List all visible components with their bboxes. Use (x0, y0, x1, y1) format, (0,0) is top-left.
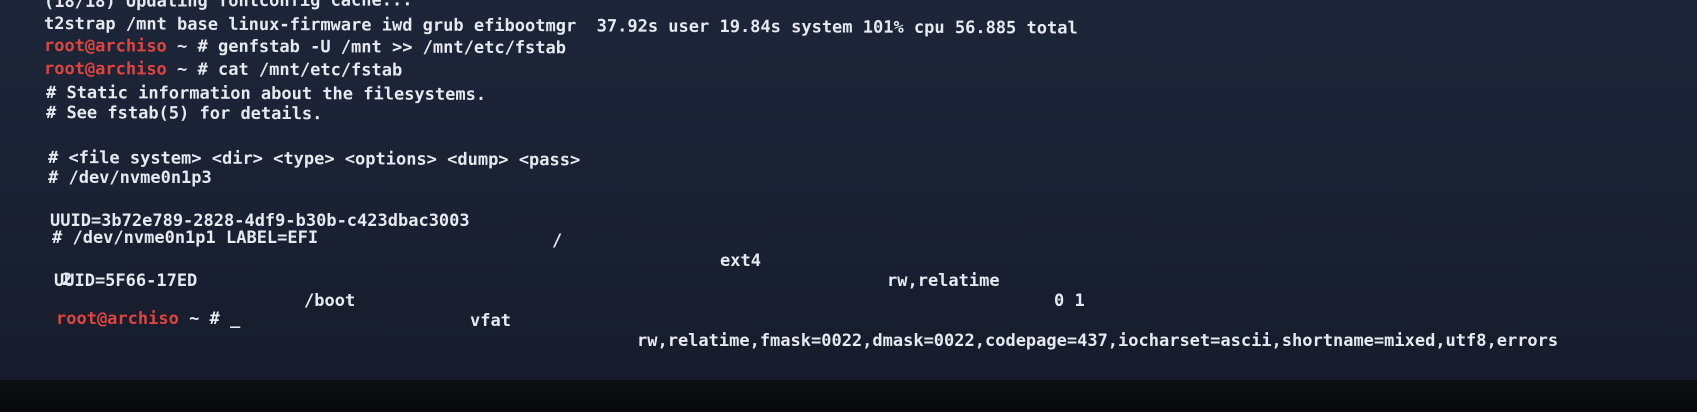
entry-dir: / (552, 231, 563, 251)
prompt-suffix: ~ # (166, 36, 219, 57)
prompt-user-host: root@archiso (43, 36, 167, 57)
fstab-entry-comment: # /dev/nvme0n1p3 (48, 168, 212, 188)
fstab-entry-boot: UUID=5F66-17ED /boot vfat rw,relatime,fm… (0, 251, 1697, 351)
entry-dir: /boot (304, 291, 356, 311)
entry-uuid: UUID=5F66-17ED (54, 271, 198, 291)
output-line-time-summary: t2strap /mnt base linux-firmware iwd gru… (43, 14, 1078, 39)
prompt-suffix: ~ # (166, 59, 219, 80)
command-line-current[interactable]: root@archiso ~ # _ (56, 309, 240, 329)
prompt-suffix: ~ # (178, 309, 231, 329)
entry-type: vfat (470, 311, 511, 331)
cursor[interactable]: _ (230, 309, 240, 329)
fstab-comment-line: # See fstab(5) for details. (45, 103, 323, 125)
prompt-user-host: root@archiso (56, 309, 179, 329)
fstab-comment-line: # Static information about the filesyste… (45, 83, 487, 105)
terminal-screen[interactable]: (18/18) Updating fontconfig cache... t2s… (0, 0, 1697, 380)
laptop-bezel (0, 380, 1697, 412)
command-line-genfstab: root@archiso ~ # genfstab -U /mnt >> /mn… (44, 36, 566, 58)
fstab-entry-root: UUID=3b72e789-2828-4df9-b30b-c423dbac300… (0, 191, 1697, 311)
prompt-user-host: root@archiso (43, 59, 167, 80)
output-line-fontconfig: (18/18) Updating fontconfig cache... (44, 0, 413, 12)
fstab-header-line: # <file system> <dir> <type> <options> <… (47, 148, 581, 171)
command-text: cat /mnt/etc/fstab (217, 59, 403, 81)
entry-options: rw,relatime (887, 271, 1000, 291)
command-text: genfstab -U /mnt >> /mnt/etc/fstab (217, 36, 567, 59)
entry-pass: 2 (62, 270, 73, 290)
fstab-entry-wrap: 2 (62, 270, 72, 290)
entry-options: rw,relatime,fmask=0022,dmask=0022,codepa… (637, 331, 1559, 351)
command-line-cat: root@archiso ~ # cat /mnt/etc/fstab (44, 59, 402, 81)
entry-dump-pass: 0 1 (1054, 291, 1085, 311)
fstab-entry-comment: # /dev/nvme0n1p1 LABEL=EFI (52, 228, 319, 248)
